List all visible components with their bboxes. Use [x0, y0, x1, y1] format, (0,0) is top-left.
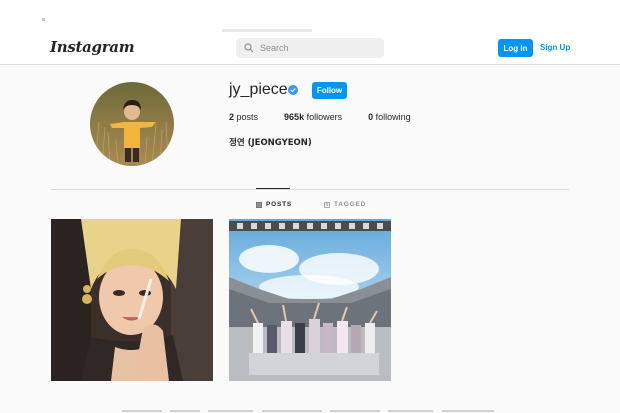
- posts-count: 2: [229, 112, 235, 122]
- following-count: 0: [368, 112, 374, 122]
- active-tab-indicator: [256, 188, 290, 189]
- following-label: following: [375, 112, 411, 122]
- followers-stat[interactable]: 965k followers: [284, 112, 342, 122]
- tag-icon: [324, 201, 330, 208]
- tab-tagged-label: TAGGED: [334, 201, 367, 208]
- tab-posts[interactable]: POSTS: [256, 201, 292, 208]
- followers-label: followers: [306, 112, 343, 122]
- browser-top-strip: [0, 0, 620, 32]
- posts-label: posts: [236, 112, 259, 122]
- tab-tagged[interactable]: TAGGED: [324, 201, 366, 208]
- post-thumbnail[interactable]: [51, 219, 213, 381]
- profile-full-name: 정연 (JEONGYEON): [229, 138, 312, 148]
- profile-avatar[interactable]: [90, 82, 174, 166]
- top-navbar: Instagram Search Log In Sign Up: [0, 32, 620, 65]
- grid-icon: [256, 201, 262, 208]
- instagram-logo[interactable]: Instagram: [50, 38, 135, 56]
- posts-stat: 2 posts: [229, 112, 258, 122]
- footer-links: [0, 408, 620, 413]
- search-placeholder: Search: [260, 43, 289, 53]
- search-input[interactable]: Search: [236, 38, 384, 58]
- followers-count: 965k: [284, 112, 305, 122]
- profile-stats: 2 posts 965k followers 0 following: [229, 112, 437, 122]
- tabs-divider: [51, 189, 569, 190]
- tab-posts-label: POSTS: [266, 201, 293, 208]
- following-stat[interactable]: 0 following: [368, 112, 411, 122]
- login-button[interactable]: Log In: [498, 39, 533, 57]
- post-thumbnail[interactable]: [229, 219, 391, 381]
- search-icon: [244, 43, 254, 53]
- signup-link[interactable]: Sign Up: [540, 43, 570, 52]
- decorative-mark: [42, 18, 45, 21]
- verified-badge-icon: [288, 85, 298, 95]
- follow-button[interactable]: Follow: [312, 82, 347, 99]
- profile-username: jy_piece: [229, 81, 288, 98]
